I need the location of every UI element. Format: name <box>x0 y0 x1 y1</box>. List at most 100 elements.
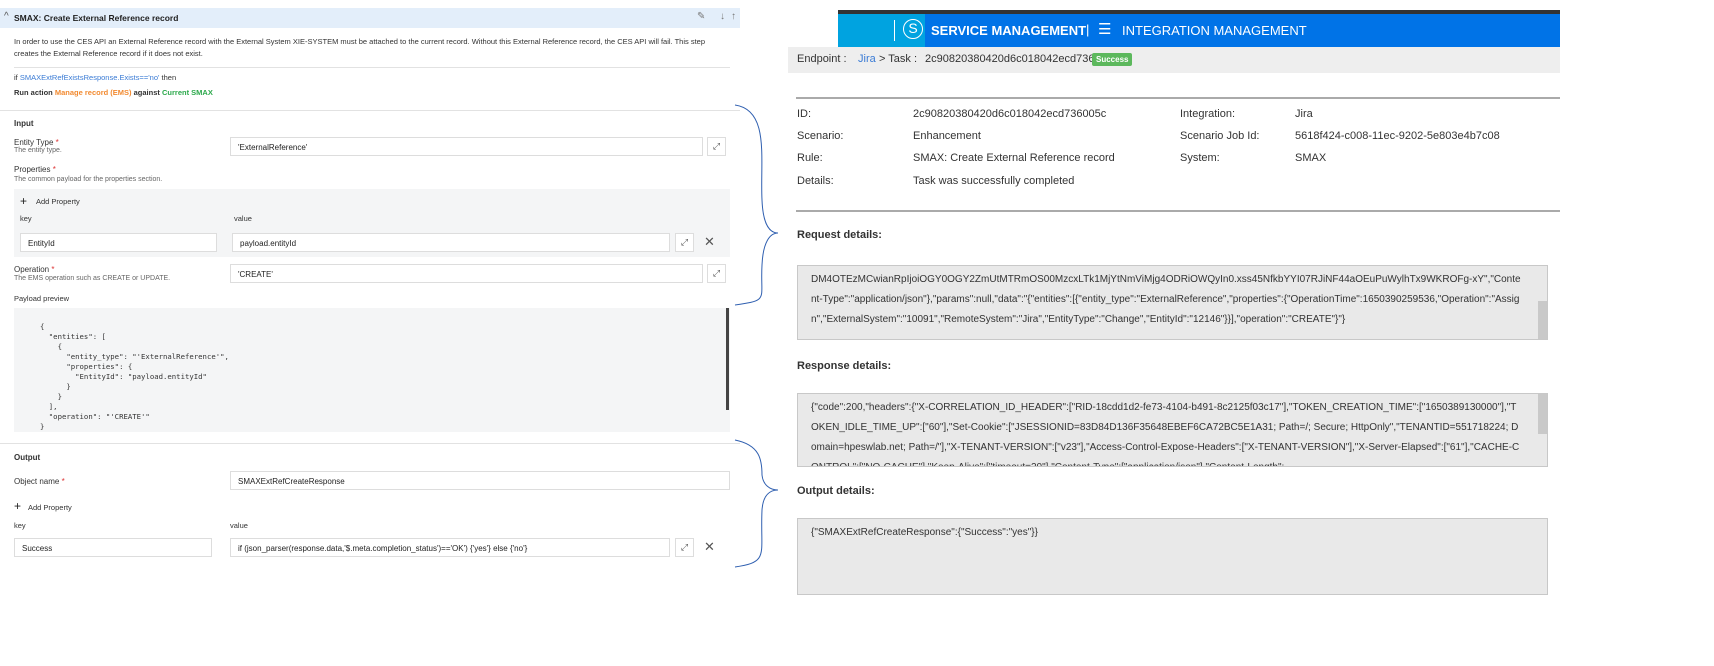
detail-label-job-id: Scenario Job Id: <box>1180 130 1260 142</box>
task-id: 2c90820380420d6c018042ecd736005c <box>925 53 1119 65</box>
then-keyword: then <box>161 73 177 82</box>
endpoint-link[interactable]: Jira <box>858 53 876 65</box>
remove-property-icon[interactable]: ✕ <box>704 539 715 555</box>
key-header: key <box>20 214 32 223</box>
divider <box>796 210 1560 212</box>
request-details-label: Request details: <box>797 229 882 241</box>
task-label: > Task : <box>879 53 918 65</box>
entity-type-label: Entity Type * <box>14 138 59 147</box>
required-mark: * <box>51 265 55 274</box>
add-property-button[interactable]: Add Property <box>36 197 80 206</box>
input-heading: Input <box>14 119 34 128</box>
plus-icon[interactable]: + <box>14 499 21 513</box>
rule-description: In order to use the CES API an External … <box>14 37 706 58</box>
endpoint-label: Endpoint : <box>797 53 847 65</box>
detail-label-integration: Integration: <box>1180 108 1236 120</box>
object-name-label: Object name * <box>14 477 65 486</box>
if-keyword: if <box>14 73 18 82</box>
property-value-input[interactable]: payload.entityId <box>232 233 670 252</box>
payload-preview: { "entities": [ { "entity_type": "'Exter… <box>14 308 730 432</box>
divider <box>0 443 740 444</box>
detail-label-rule: Rule: <box>797 152 823 164</box>
operation-label: Operation * <box>14 265 55 274</box>
expand-icon[interactable]: ⤢ <box>675 233 694 252</box>
property-key-input[interactable]: EntityId <box>20 233 217 252</box>
entity-type-input[interactable]: 'ExternalReference' <box>230 137 703 156</box>
label-text: Properties <box>14 165 51 174</box>
response-details-label: Response details: <box>797 360 892 372</box>
detail-value-rule: SMAX: Create External Reference record <box>913 152 1115 164</box>
response-details-text: {"code":200,"headers":{"X-CORRELATION_ID… <box>811 402 1520 466</box>
expand-icon[interactable]: ⤢ <box>707 264 726 283</box>
rule-header[interactable]: ^ SMAX: Create External Reference record… <box>0 8 740 28</box>
add-property-button[interactable]: Add Property <box>28 503 72 512</box>
action-target[interactable]: Current SMAX <box>162 88 213 97</box>
scrollbar[interactable] <box>1538 394 1547 434</box>
status-badge: Success <box>1092 53 1133 66</box>
properties-desc: The common payload for the properties se… <box>14 176 163 183</box>
title-separator: | <box>1086 22 1090 37</box>
menu-icon[interactable]: ☰ <box>1098 20 1111 38</box>
expand-icon[interactable]: ⤢ <box>707 137 726 156</box>
breadcrumb-bar: Endpoint : Jira > Task : 2c90820380420d6… <box>788 47 1560 73</box>
scrollbar[interactable] <box>1538 301 1547 339</box>
detail-label-details: Details: <box>797 175 834 187</box>
output-details-text: {"SMAXExtRefCreateResponse":{"Success":"… <box>811 527 1038 538</box>
app-title: SERVICE MANAGEMENT <box>931 23 1087 38</box>
request-details-text: DM4OTEzMCwianRpIjoiOGY0OGY2ZmUtMTRmOS00M… <box>811 274 1521 325</box>
run-action-label: Run action <box>14 88 53 97</box>
detail-label-scenario: Scenario: <box>797 130 844 142</box>
response-details-box: {"code":200,"headers":{"X-CORRELATION_ID… <box>797 393 1548 467</box>
header-divider <box>894 20 895 41</box>
key-header: key <box>14 521 26 530</box>
detail-value-system: SMAX <box>1295 152 1327 164</box>
condition-line: if SMAXExtRefExistsResponse.Exists=='no'… <box>14 73 176 82</box>
output-details-label: Output details: <box>797 485 875 497</box>
logo-icon: S <box>903 19 923 39</box>
remove-property-icon[interactable]: ✕ <box>704 234 715 250</box>
divider <box>796 97 1560 99</box>
output-key-input[interactable]: Success <box>14 538 212 557</box>
label-text: Object name <box>14 477 60 486</box>
rule-title: SMAX: Create External Reference record <box>14 13 179 23</box>
action-line: Run action Manage record (EMS) against C… <box>14 88 213 97</box>
divider <box>0 110 740 111</box>
divider <box>14 67 730 68</box>
properties-label: Properties * <box>14 165 56 174</box>
object-name-input[interactable]: SMAXExtRefCreateResponse <box>230 471 730 490</box>
required-mark: * <box>52 165 56 174</box>
expand-icon[interactable]: ⤢ <box>675 538 694 557</box>
condition-expression[interactable]: SMAXExtRefExistsResponse.Exists=='no' <box>20 73 160 82</box>
connector-braces <box>734 104 779 568</box>
detail-value-job-id: 5618f424-c008-11ec-9202-5e803e4b7c08 <box>1295 130 1500 142</box>
operation-input[interactable]: 'CREATE' <box>230 264 703 283</box>
move-down-icon[interactable]: ↓ <box>720 11 725 22</box>
output-brace <box>734 439 779 568</box>
detail-value-details: Task was successfully completed <box>913 175 1075 187</box>
detail-value-integration: Jira <box>1295 108 1313 120</box>
output-heading: Output <box>14 453 41 462</box>
input-brace <box>734 104 779 306</box>
plus-icon[interactable]: + <box>20 194 27 208</box>
edit-icon[interactable]: ✎ <box>697 11 705 22</box>
detail-value-id: 2c90820380420d6c018042ecd736005c <box>913 108 1107 120</box>
action-name[interactable]: Manage record (EMS) <box>55 88 132 97</box>
move-up-icon[interactable]: ↑ <box>731 11 736 22</box>
collapse-chevron-icon[interactable]: ^ <box>4 11 9 22</box>
payload-code: { "entities": [ { "entity_type": "'Exter… <box>40 322 229 431</box>
request-details-box: DM4OTEzMCwianRpIjoiOGY0OGY2ZmUtMTRmOS00M… <box>797 265 1548 340</box>
against-label: against <box>133 88 160 97</box>
output-details-box: {"SMAXExtRefCreateResponse":{"Success":"… <box>797 518 1548 595</box>
detail-label-system: System: <box>1180 152 1220 164</box>
payload-preview-label: Payload preview <box>14 294 70 303</box>
section-title[interactable]: INTEGRATION MANAGEMENT <box>1122 23 1307 38</box>
value-header: value <box>230 521 248 530</box>
scrollbar[interactable] <box>726 308 729 410</box>
output-value-input[interactable]: if (json_parser(response.data,'$.meta.co… <box>230 538 670 557</box>
label-text: Operation <box>14 265 50 274</box>
detail-value-scenario: Enhancement <box>913 130 981 142</box>
app-header: S SERVICE MANAGEMENT | ☰ INTEGRATION MAN… <box>838 14 1560 47</box>
operation-desc: The EMS operation such as CREATE or UPDA… <box>14 275 171 282</box>
required-mark: * <box>61 477 65 486</box>
value-header: value <box>234 214 252 223</box>
